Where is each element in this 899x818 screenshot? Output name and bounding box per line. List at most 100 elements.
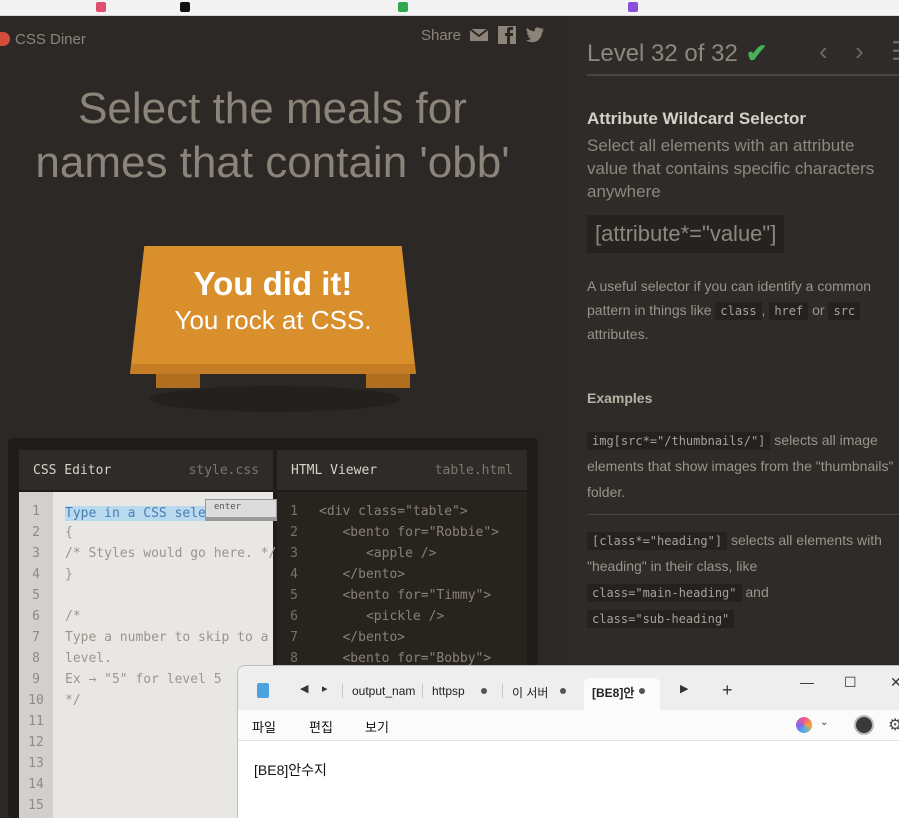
twitter-icon[interactable] [525,26,545,44]
table-leg [366,374,410,388]
hint-separator: , [761,302,766,318]
code-chip: class="sub-heading" [587,610,735,628]
html-viewer-header: HTML Viewer table.html [277,450,527,490]
line-number: 3 [32,546,40,561]
css-editor-title: CSS Editor [33,462,112,478]
code-chip: img[src*="/thumbnails/"] [587,432,771,450]
code-chip: [class*="heading"] [587,532,728,550]
gear-icon[interactable]: ⚙ [888,715,899,735]
html-line[interactable]: <div class="table"> [319,504,468,519]
bookmark-icon[interactable] [398,2,408,12]
html-line[interactable]: <pickle /> [319,609,444,624]
html-viewer-title: HTML Viewer [291,462,378,478]
code-line: } [65,567,73,582]
line-number: 14 [28,777,44,792]
line-number: 9 [32,672,40,687]
html-line[interactable]: <apple /> [319,546,436,561]
tab-scroll-left-icon[interactable]: ◀ [300,682,308,695]
selector-syntax: [attribute*="value"] [587,215,785,253]
bookmark-icon[interactable] [96,2,106,12]
selector-hint: A useful selector if you can identify a … [587,274,899,346]
instruction-line: names that contain 'obb' [35,138,510,187]
diner-logo-icon [0,32,10,46]
notepad-tab-active-label[interactable]: [BE8]안 [592,684,634,701]
level-indicator[interactable]: Level 32 of 32 ✔ [587,38,768,69]
css-editor-pane: 1 2 3 4 5 6 7 8 9 10 11 12 13 14 15 ente… [19,492,277,818]
code-chip: class="main-heading" [587,584,742,602]
tab-separator [422,684,423,698]
level-text: Level 32 of 32 [587,39,738,67]
tab-separator [342,684,343,698]
line-number: 6 [32,609,40,624]
notepad-text-area[interactable]: [BE8]안수지 [238,740,899,818]
table-leg [156,374,200,388]
avatar[interactable] [854,715,874,735]
win-title: You did it! [193,265,353,302]
code-chip: src [828,302,861,320]
win-subtitle: You rock at CSS. [174,305,372,335]
win-message: You did it! You rock at CSS. [130,264,416,336]
html-line[interactable]: <bento for="Robbie"> [319,525,499,540]
line-number: 2 [32,525,40,540]
line-number: 4 [290,567,298,582]
html-line[interactable]: <bento for="Bobby"> [319,651,491,666]
next-level-button[interactable]: › [855,36,864,67]
maximize-button[interactable]: ☐ [844,674,857,691]
menu-file[interactable]: 파일 [252,717,276,736]
unsaved-dot-icon[interactable] [481,688,487,694]
brand-logo[interactable]: CSS Diner [0,29,86,49]
code-chip: href [769,302,809,320]
notepad-window: ◀ ▸ output_nam httpsp 이 서버 [BE8]안 ▶ + — … [237,665,899,818]
examples-heading: Examples [587,390,653,406]
bookmark-icon[interactable] [628,2,638,12]
code-line: Ex → "5" for level 5 [65,672,222,687]
notepad-tab[interactable]: httpsp [432,684,465,698]
line-number: 12 [28,735,44,750]
code-line: /* Styles would go here. */ [65,546,277,561]
line-number: 15 [28,798,44,813]
bookmark-icon[interactable] [180,2,190,12]
line-number: 5 [32,588,40,603]
html-line[interactable]: </bento> [319,630,405,645]
example-divider [587,514,899,515]
line-gutter: 1 2 3 4 5 6 7 8 9 10 11 12 13 14 15 [19,492,53,818]
html-line[interactable]: </bento> [319,567,405,582]
enter-button[interactable]: enter [205,499,277,521]
unsaved-dot-icon[interactable] [560,688,566,694]
share-bar: Share [421,26,545,44]
line-number: 5 [290,588,298,603]
email-icon[interactable] [469,26,489,44]
line-number: 3 [290,546,298,561]
level-menu-button[interactable]: ☰ [891,36,899,67]
notepad-tab[interactable]: 이 서버 [512,684,548,701]
level-instruction: Select the meals for names that contain … [0,82,545,190]
copilot-icon[interactable] [796,717,812,733]
code-line: /* [65,609,81,624]
share-label: Share [420,26,461,44]
prev-level-button[interactable]: ‹ [819,36,828,67]
tab-overflow-icon[interactable]: ▶ [680,682,688,695]
selector-description: Select all elements with an attribute va… [587,136,875,201]
code-line: Type a number to skip to a [65,630,269,645]
minimize-button[interactable]: — [800,674,814,690]
line-number: 1 [32,504,40,519]
line-number: 13 [28,756,44,771]
notepad-tab[interactable]: output_nam [352,684,415,698]
menu-view[interactable]: 보기 [365,717,389,736]
add-tab-button[interactable]: + [722,680,733,701]
line-number: 8 [290,651,298,666]
notepad-content[interactable]: [BE8]안수지 [254,760,327,780]
menu-edit[interactable]: 편집 [309,717,333,736]
selector-title: Attribute Wildcard Selector [587,109,806,128]
example-and: and [745,584,769,600]
html-file-name: table.html [434,462,513,478]
unsaved-dot-icon[interactable] [639,688,645,694]
brand-name: CSS Diner [15,30,86,48]
html-line[interactable]: <bento for="Timmy"> [319,588,491,603]
facebook-icon[interactable] [497,26,517,44]
close-button[interactable]: ✕ [890,674,899,691]
browser-top-strip [0,0,899,16]
tab-scroll-right-icon[interactable]: ▸ [322,682,328,695]
line-number: 8 [32,651,40,666]
chevron-down-icon[interactable]: ⌄ [820,717,828,728]
